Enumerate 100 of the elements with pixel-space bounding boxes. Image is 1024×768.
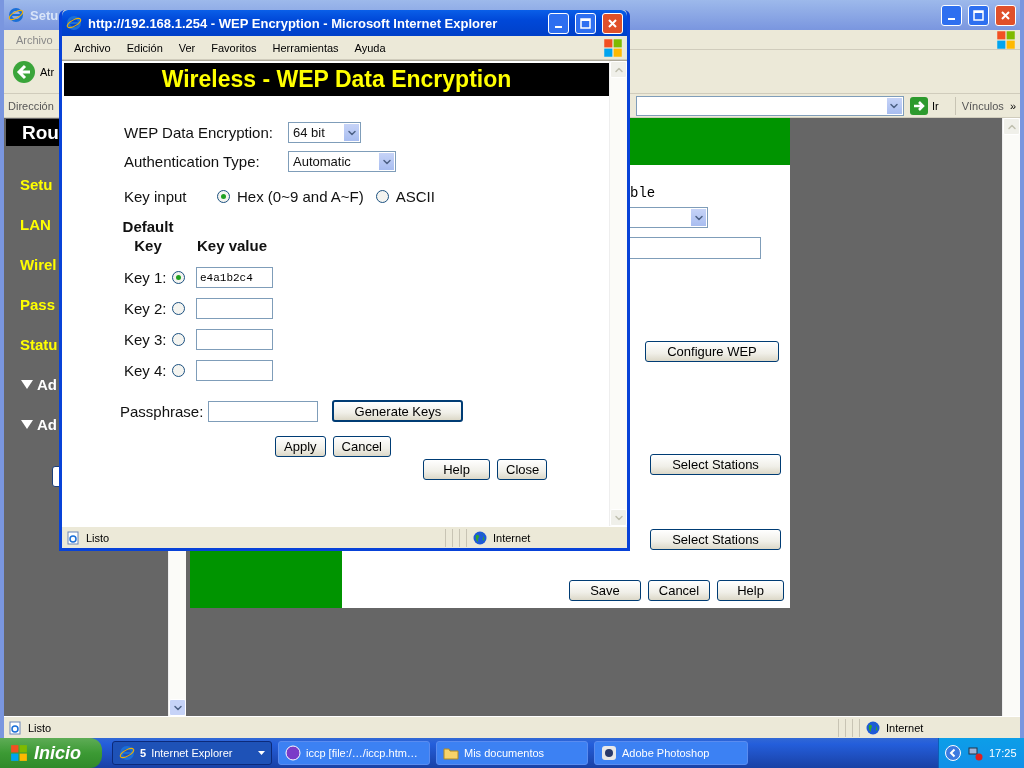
- app-icon: [601, 745, 617, 761]
- scrollbar[interactable]: [168, 550, 186, 716]
- menu-item[interactable]: Herramientas: [264, 41, 347, 54]
- page-icon: [66, 530, 80, 545]
- nav-link[interactable]: Statu: [4, 324, 58, 364]
- taskbar-item[interactable]: 5 Internet Explorer: [112, 741, 272, 765]
- taskbar-item[interactable]: Adobe Photoshop: [594, 741, 748, 765]
- windows-flag-icon: [996, 29, 1016, 50]
- start-button[interactable]: Inicio: [0, 738, 102, 768]
- key-value-field[interactable]: [196, 298, 273, 319]
- windows-flag-icon: [603, 37, 623, 58]
- column-header: Key value: [195, 236, 268, 255]
- radio-button[interactable]: [172, 271, 185, 284]
- key-value-field[interactable]: [196, 360, 273, 381]
- key-value-field[interactable]: [196, 329, 273, 350]
- key-label: Key 2:: [124, 300, 168, 317]
- key-value-field[interactable]: e4a1b2c4: [196, 267, 273, 288]
- action-button[interactable]: Help: [717, 580, 784, 601]
- column-header: Default Key: [121, 217, 175, 255]
- form-button[interactable]: Apply: [275, 436, 326, 457]
- globe-icon: [866, 720, 880, 735]
- network-icon[interactable]: [967, 745, 983, 761]
- links-label[interactable]: Vínculos: [961, 99, 1004, 112]
- maximize-button[interactable]: [575, 12, 596, 34]
- status-text: Listo: [86, 531, 110, 544]
- form-button[interactable]: Cancel: [332, 436, 391, 457]
- folder-icon: [443, 746, 459, 760]
- maximize-button[interactable]: [968, 4, 989, 26]
- go-button[interactable]: Ir: [909, 96, 949, 115]
- menu-item[interactable]: Ver: [170, 41, 204, 54]
- taskbar-item[interactable]: iccp [file:/…/iccp.htm…: [278, 741, 430, 765]
- player-icon: [285, 745, 301, 761]
- configure-wep-button[interactable]: Configure WEP: [645, 341, 779, 362]
- caret-icon: [258, 751, 265, 755]
- radio-icon[interactable]: [375, 190, 389, 203]
- scrollbar[interactable]: [1002, 118, 1020, 716]
- address-field[interactable]: [635, 95, 904, 116]
- select-stations-button[interactable]: Select Stations: [650, 529, 781, 550]
- nav-link[interactable]: Wirel: [4, 244, 57, 284]
- text-fragment: ble: [630, 185, 657, 202]
- key-label: Key 3:: [124, 331, 168, 348]
- encryption-select[interactable]: 64 bit: [288, 122, 361, 143]
- radio-option[interactable]: Hex (0~9 and A~F): [217, 188, 364, 205]
- radio-button[interactable]: [172, 302, 185, 315]
- nav-group-link[interactable]: Ad: [4, 364, 57, 404]
- field-label: Authentication Type:: [124, 153, 261, 170]
- close-button[interactable]: [995, 4, 1016, 26]
- close-button[interactable]: [602, 12, 623, 34]
- maximize-icon: [973, 9, 984, 21]
- browser-icon: [66, 15, 82, 31]
- browser-icon: [119, 745, 135, 761]
- select-stations-button[interactable]: Select Stations: [650, 454, 781, 475]
- nav-link[interactable]: LAN: [4, 204, 51, 244]
- nav-group-link[interactable]: Ad: [4, 404, 57, 444]
- minimize-icon: [948, 18, 955, 20]
- address-label: Dirección: [8, 99, 54, 112]
- action-button[interactable]: Cancel: [648, 580, 710, 601]
- window-title: http://192.168.1.254 - WEP Encryption - Microsoft Internet Explorer: [88, 15, 499, 31]
- radio-button[interactable]: [172, 333, 185, 346]
- window-title: Setu: [30, 7, 60, 23]
- radio-icon[interactable]: [217, 190, 230, 203]
- taskbar-item[interactable]: Mis documentos: [436, 741, 588, 765]
- more-links[interactable]: »: [1009, 99, 1016, 112]
- browser-icon: [8, 7, 24, 23]
- minimize-icon: [555, 26, 562, 28]
- zone-text: Internet: [886, 721, 924, 734]
- page-title: Wireless - WEP Data Encryption: [64, 63, 609, 96]
- scrollbar[interactable]: [609, 61, 627, 526]
- triangle-icon: [21, 419, 33, 429]
- key-label: Key 1:: [124, 269, 168, 286]
- key-label: Key 4:: [124, 362, 168, 379]
- menu-item[interactable]: Favoritos: [203, 41, 265, 54]
- radio-button[interactable]: [172, 364, 185, 377]
- close-icon: [607, 17, 618, 29]
- menu-item[interactable]: Edición: [118, 41, 171, 54]
- radio-option[interactable]: ASCII: [375, 188, 435, 205]
- maximize-icon: [580, 17, 591, 29]
- field-label: Key input: [124, 188, 188, 205]
- nav-link[interactable]: Pass: [4, 284, 56, 324]
- page-icon: [8, 720, 22, 735]
- nav-link[interactable]: Setu: [4, 164, 53, 204]
- windows-flag-icon: [10, 744, 28, 762]
- globe-icon: [473, 530, 487, 545]
- field-label: Passphrase:: [120, 402, 204, 420]
- close-icon: [1000, 9, 1011, 21]
- form-button[interactable]: Close: [497, 459, 547, 480]
- passphrase-field[interactable]: [208, 400, 319, 422]
- clock: 17:25: [989, 747, 1017, 759]
- action-button[interactable]: Save: [569, 580, 641, 601]
- status-text: Listo: [28, 721, 52, 734]
- triangle-icon: [21, 379, 33, 389]
- menu-item[interactable]: Archivo: [66, 41, 119, 54]
- authentication-select[interactable]: Automatic: [288, 151, 396, 172]
- back-button[interactable]: Atr: [12, 59, 55, 84]
- minimize-button[interactable]: [548, 12, 569, 34]
- chevron-icon[interactable]: [945, 745, 961, 761]
- generate-keys-button[interactable]: Generate Keys: [332, 400, 464, 422]
- form-button[interactable]: Help: [423, 459, 490, 480]
- minimize-button[interactable]: [941, 4, 962, 26]
- menu-item[interactable]: Ayuda: [346, 41, 394, 54]
